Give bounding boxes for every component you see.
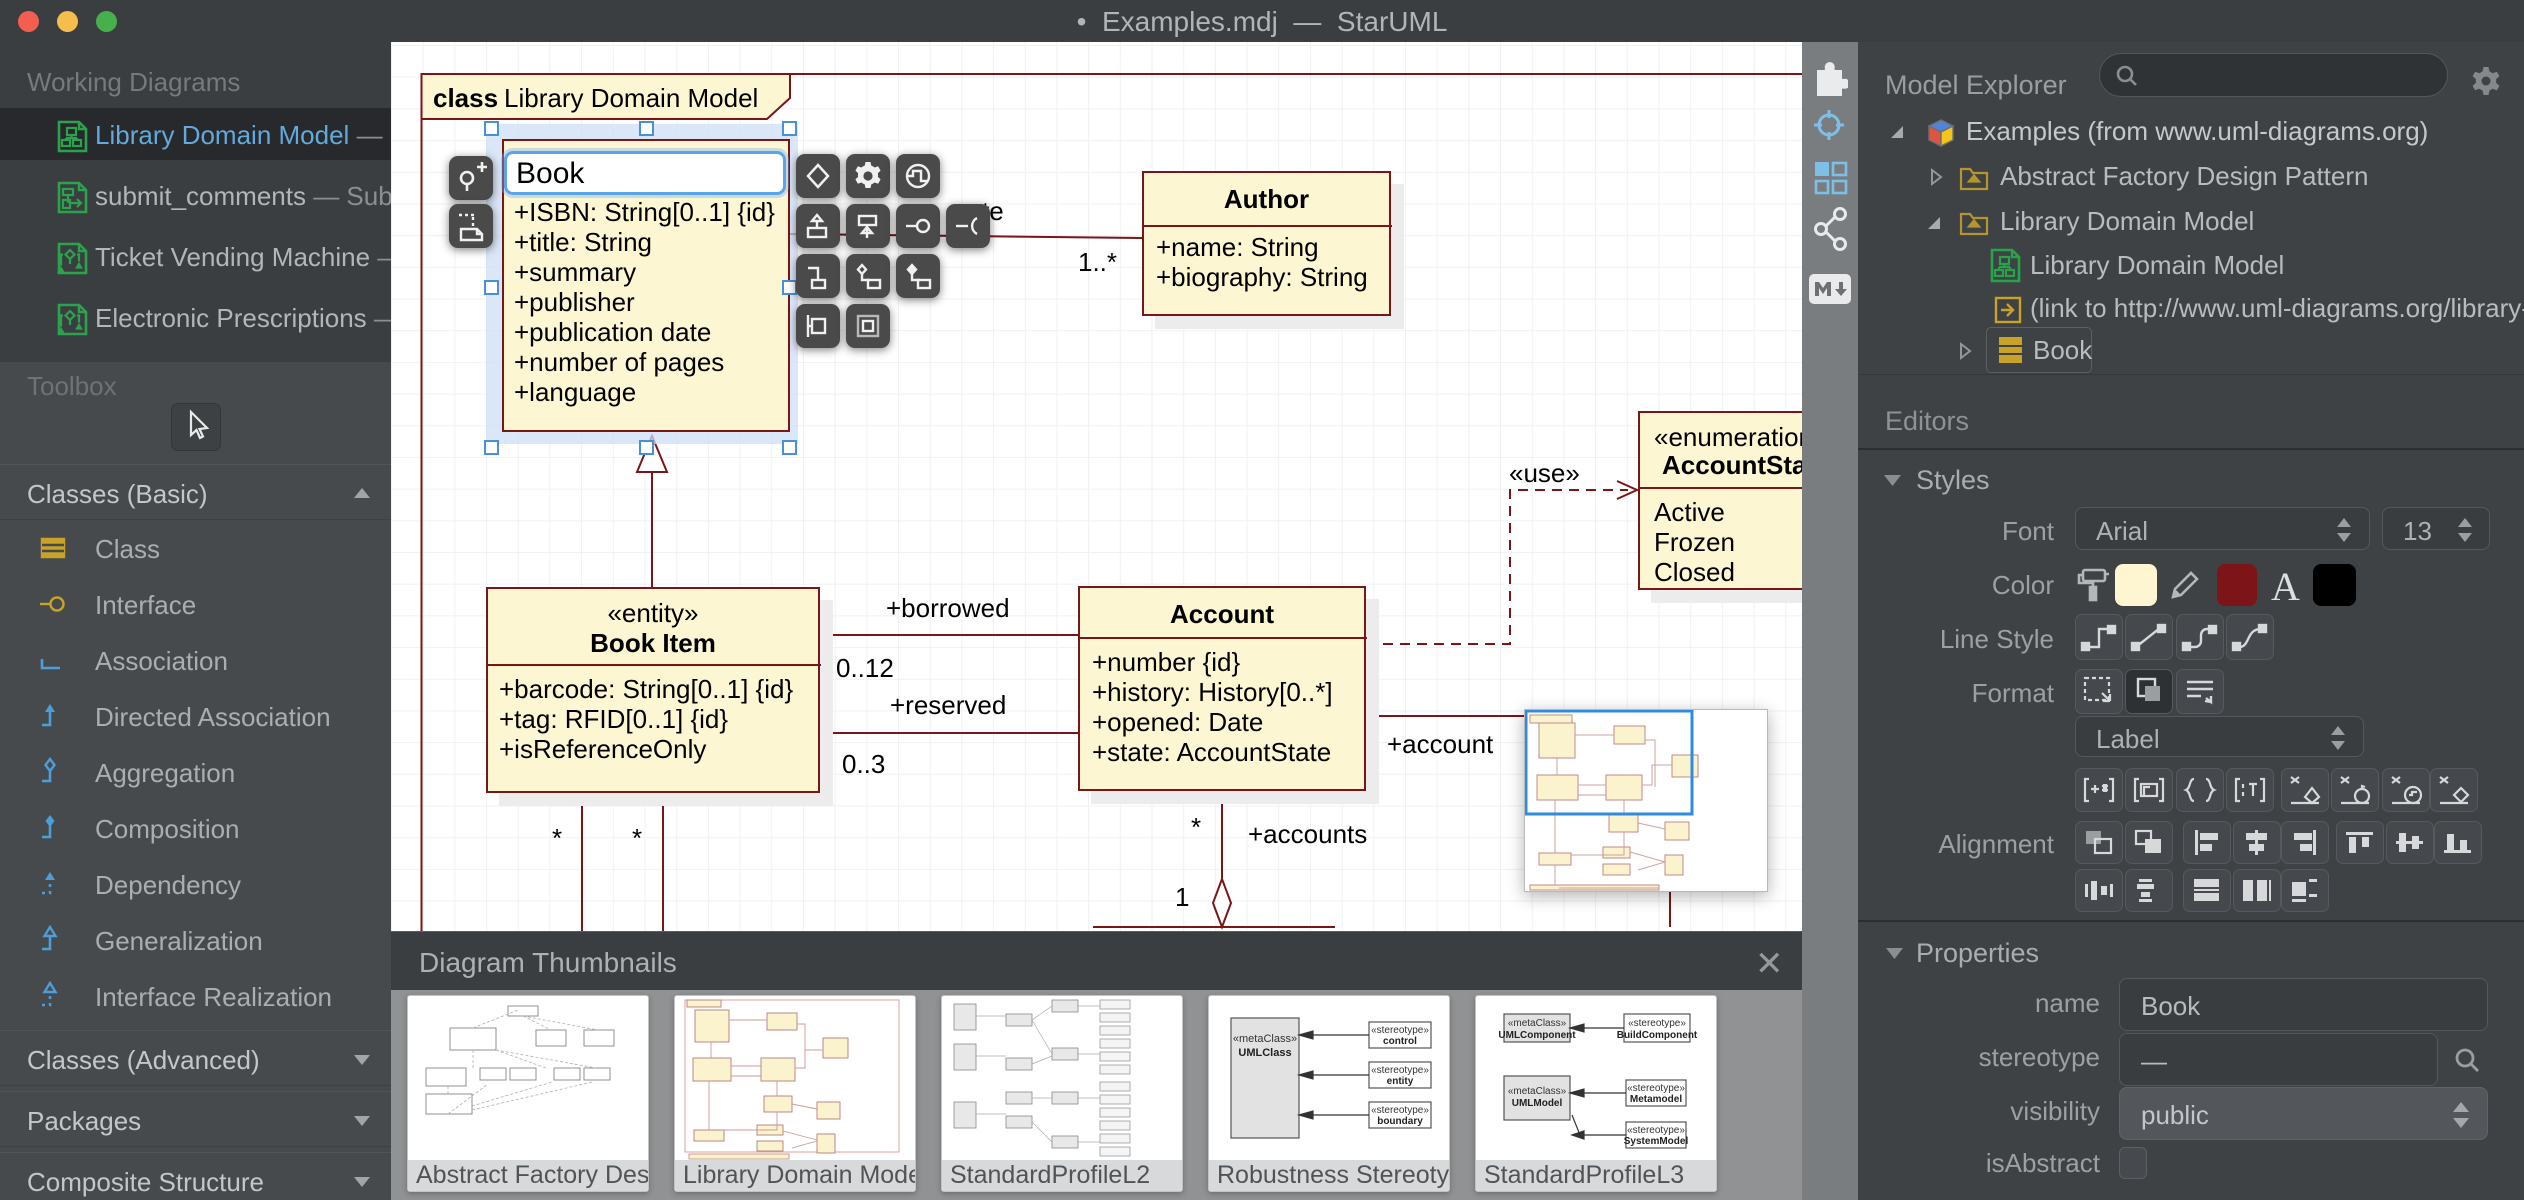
- svg-text:«stereotype»: «stereotype»: [1627, 1083, 1685, 1094]
- svg-text:«stereotype»: «stereotype»: [1371, 1065, 1429, 1076]
- svg-text:«stereotype»: «stereotype»: [1371, 1105, 1429, 1116]
- svg-text:UMLComponent: UMLComponent: [1498, 1030, 1576, 1041]
- svg-text:UMLClass: UMLClass: [1238, 1047, 1291, 1059]
- svg-text:«stereotype»: «stereotype»: [1627, 1125, 1685, 1136]
- svg-text:«stereotype»: «stereotype»: [1371, 1025, 1429, 1036]
- svg-text:UMLModel: UMLModel: [1512, 1098, 1563, 1109]
- svg-text:Metamodel: Metamodel: [1630, 1094, 1682, 1105]
- svg-text:control: control: [1383, 1036, 1417, 1047]
- svg-text:Library Domain Model: Library Domain Model: [504, 83, 758, 113]
- svg-text:entity: entity: [1387, 1076, 1414, 1087]
- svg-text:BuildComponent: BuildComponent: [1617, 1030, 1698, 1041]
- svg-text:«metaClass»: «metaClass»: [1233, 1033, 1297, 1045]
- svg-text:SystemModel: SystemModel: [1624, 1136, 1689, 1147]
- svg-text:boundary: boundary: [1377, 1116, 1423, 1127]
- svg-text:«metaClass»: «metaClass»: [1508, 1018, 1567, 1029]
- svg-text:«stereotype»: «stereotype»: [1628, 1018, 1686, 1029]
- svg-text:«metaClass»: «metaClass»: [1508, 1086, 1567, 1097]
- svg-text:class: class: [433, 83, 498, 113]
